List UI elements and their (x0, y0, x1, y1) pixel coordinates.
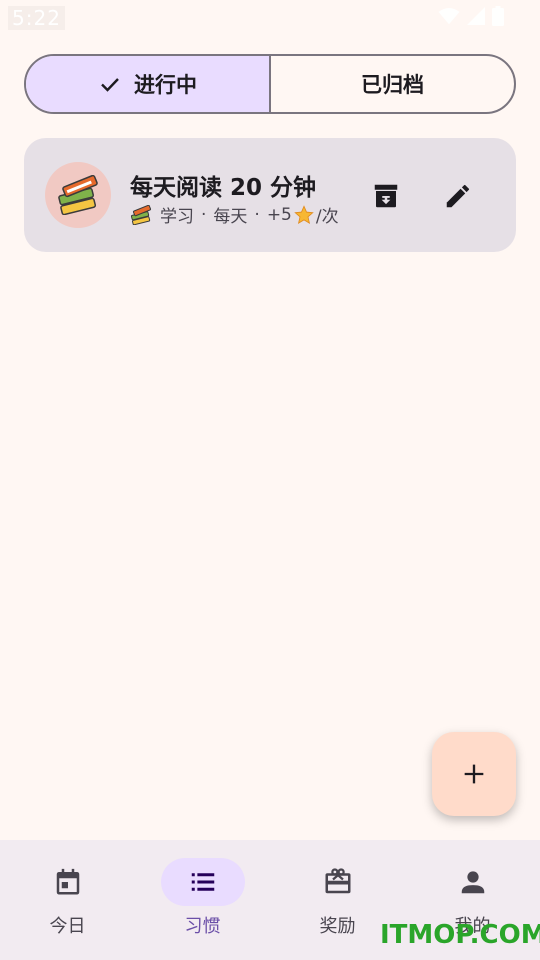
check-icon (101, 78, 119, 92)
separator: · (254, 204, 260, 225)
habit-title: 每天阅读 20 分钟 (130, 175, 317, 201)
habit-reward-unit: /次 (315, 207, 339, 227)
edit-button[interactable] (436, 174, 480, 218)
habit-reward-amount: +5 (266, 204, 292, 225)
nav-label-rewards: 奖励 (319, 916, 356, 937)
filter-archived-label: 已归档 (361, 73, 424, 97)
nav-pill (296, 858, 380, 906)
habit-filter-segmented: 进行中 已归档 (24, 54, 516, 114)
status-time: 5:22 (8, 6, 65, 30)
list-icon (191, 873, 214, 891)
nav-item-habits[interactable]: 习惯 (135, 840, 270, 960)
calendar-icon (56, 868, 79, 895)
watermark: ITMOP.COM (380, 920, 540, 950)
nav-label-habits: 习惯 (184, 916, 221, 937)
habit-meta: 学习 · 每天 · +5 /次 (130, 202, 339, 227)
habit-avatar (45, 162, 111, 228)
nav-item-today[interactable]: 今日 (0, 840, 135, 960)
nav-label-today: 今日 (49, 916, 86, 937)
add-habit-button[interactable] (432, 732, 516, 816)
status-bar: 5:22 (0, 0, 540, 36)
signal-icon (467, 7, 485, 25)
habit-card[interactable]: 每天阅读 20 分钟 学习 · 每天 · +5 /次 (24, 138, 516, 252)
separator: · (201, 204, 207, 225)
person-icon (461, 871, 484, 894)
nav-pill (26, 858, 110, 906)
archive-icon (374, 184, 398, 208)
status-icons (438, 6, 504, 26)
battery-icon (492, 6, 504, 26)
nav-pill (160, 858, 245, 906)
books-icon (58, 175, 98, 215)
filter-active-button[interactable]: 进行中 (26, 56, 271, 112)
pencil-icon (446, 184, 470, 208)
books-icon (130, 204, 152, 225)
star-icon (294, 204, 314, 224)
habit-frequency: 每天 (213, 207, 248, 227)
wifi-icon (438, 7, 460, 25)
habit-category: 学习 (160, 207, 194, 227)
archive-button[interactable] (364, 174, 408, 218)
filter-active-label: 进行中 (134, 73, 197, 97)
gift-card-icon (325, 868, 350, 894)
nav-pill (431, 858, 515, 906)
filter-archived-button[interactable]: 已归档 (271, 56, 514, 112)
plus-icon (464, 764, 484, 784)
